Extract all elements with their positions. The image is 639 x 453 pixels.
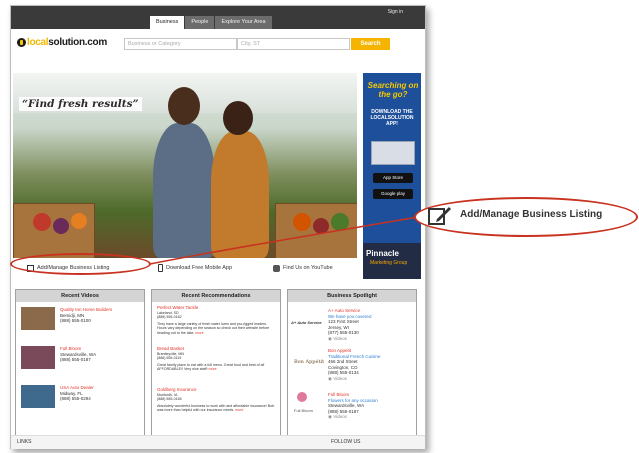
edit-icon [428,207,451,225]
highlight-ellipse [10,253,151,275]
callout-label: Add/Manage Business Listing [460,209,603,220]
